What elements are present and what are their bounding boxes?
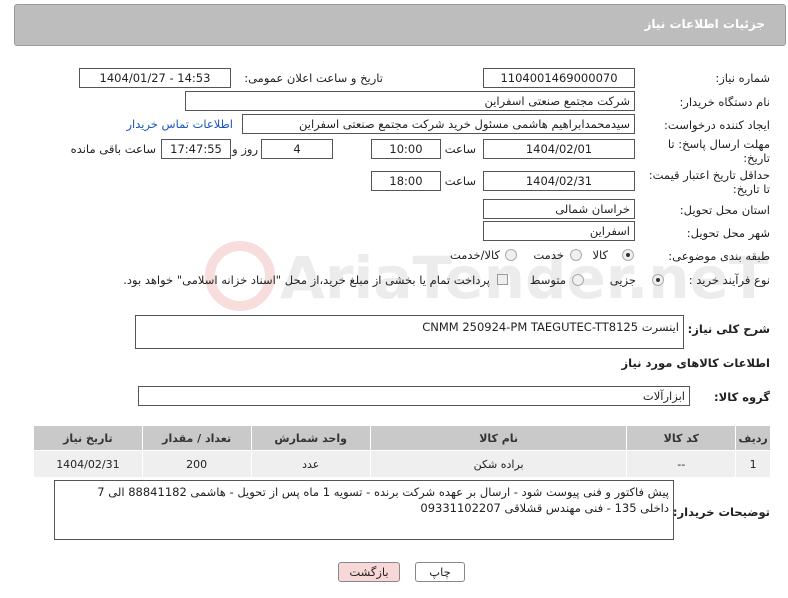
category-option-goods-service: کالا/خدمت <box>449 248 500 262</box>
table-header-row: ردیف کد کالا نام کالا واحد شمارش تعداد /… <box>33 425 771 451</box>
col-header-unit: واحد شمارش <box>250 425 371 451</box>
print-button[interactable]: چاپ <box>415 562 465 582</box>
validity-time-label: ساعت <box>444 174 476 188</box>
city-field: اسفراین <box>483 221 635 241</box>
cell-item-code: -- <box>626 450 737 478</box>
cell-row-number: 1 <box>735 450 771 478</box>
back-button[interactable]: بازگشت <box>338 562 400 582</box>
category-radio-goods-service[interactable] <box>505 249 517 261</box>
province-label: استان محل تحویل: <box>679 203 770 217</box>
cell-item-name: براده شکن <box>369 450 628 478</box>
buyer-contact-link[interactable]: اطلاعات تماس خریدار <box>126 117 233 131</box>
cell-unit: عدد <box>250 450 371 478</box>
page-title: جزئیات اطلاعات نیاز <box>644 17 765 31</box>
category-radio-service[interactable] <box>570 249 582 261</box>
announce-label: تاریخ و ساعت اعلان عمومی: <box>244 71 383 85</box>
need-number-label: شماره نیاز: <box>715 71 770 85</box>
process-option-medium: متوسط <box>529 273 566 287</box>
goods-table: ردیف کد کالا نام کالا واحد شمارش تعداد /… <box>33 425 771 478</box>
header-panel: جزئیات اطلاعات نیاز <box>14 4 786 46</box>
category-radio-goods[interactable] <box>622 249 634 261</box>
creator-field: سیدمحمدابراهیم هاشمی مسئول خرید شرکت مجت… <box>242 114 635 134</box>
province-field: خراسان شمالی <box>483 199 635 219</box>
treasury-payment-note: پرداخت تمام یا بخشی از مبلغ خرید،از محل … <box>123 273 490 287</box>
deadline-time-label: ساعت <box>444 142 476 156</box>
validity-date-field: 1404/02/31 <box>483 171 635 191</box>
goods-group-field: ابزارآلات <box>138 386 690 406</box>
need-number-field: 1104001469000070 <box>483 68 635 88</box>
process-option-minor: جزیی <box>609 273 636 287</box>
remaining-time-field: 17:47:55 <box>161 139 231 159</box>
goods-section-title: اطلاعات کالاهای مورد نیاز <box>621 356 770 370</box>
description-textarea[interactable]: اینسرت CNMM 250924-PM TAEGUTEC-TT8125 <box>135 315 684 349</box>
days-remaining-field: 4 <box>261 139 333 159</box>
buyer-label: نام دستگاه خریدار: <box>679 95 770 109</box>
buyer-notes-line-1: پیش فاکتور و فنی پیوست شود - ارسال بر عه… <box>97 485 669 499</box>
city-label: شهر محل تحویل: <box>686 226 770 240</box>
buyer-notes-textarea[interactable]: پیش فاکتور و فنی پیوست شود - ارسال بر عه… <box>54 480 674 540</box>
goods-group-label: گروه کالا: <box>714 390 770 404</box>
deadline-time-field: 10:00 <box>371 139 441 159</box>
buyer-notes-line-2: داخلی 135 - فنی مهندس قشلاقی 09331102207 <box>420 501 669 515</box>
category-option-goods: کالا <box>592 248 608 262</box>
creator-label: ایجاد کننده درخواست: <box>664 118 770 132</box>
description-label: شرح کلی نیاز: <box>687 322 770 336</box>
col-header-row-number: ردیف <box>735 425 771 451</box>
min-validity-label-line2: تا تاریخ: <box>732 182 770 196</box>
days-label: روز و <box>232 142 258 156</box>
process-radio-medium[interactable] <box>572 274 584 286</box>
buyer-notes-label: توضیحات خریدار: <box>672 505 770 519</box>
deadline-label-line1: مهلت ارسال پاسخ: تا <box>667 137 770 151</box>
treasury-payment-checkbox[interactable] <box>497 274 508 285</box>
col-header-quantity: تعداد / مقدار <box>141 425 252 451</box>
remaining-time-label: ساعت باقی مانده <box>70 142 156 156</box>
min-validity-label-line1: حداقل تاریخ اعتبار قیمت: <box>648 168 770 182</box>
cell-need-date: 1404/02/31 <box>33 450 143 478</box>
process-type-label: نوع فرآیند خرید : <box>688 273 770 287</box>
process-radio-minor[interactable] <box>652 274 664 286</box>
col-header-item-name: نام کالا <box>369 425 628 451</box>
col-header-item-code: کد کالا <box>626 425 737 451</box>
cell-quantity: 200 <box>141 450 252 478</box>
col-header-need-date: تاریخ نیاز <box>33 425 143 451</box>
table-row: 1 -- براده شکن عدد 200 1404/02/31 <box>33 450 771 478</box>
validity-time-field: 18:00 <box>371 171 441 191</box>
deadline-date-field: 1404/02/01 <box>483 139 635 159</box>
category-label: طبقه بندی موضوعی: <box>668 249 770 263</box>
deadline-label-line2: تاریخ: <box>743 151 770 165</box>
announce-datetime-field: 1404/01/27 - 14:53 <box>79 68 231 88</box>
buyer-field: شرکت مجتمع صنعتی اسفراین <box>185 91 635 111</box>
category-option-service: خدمت <box>533 248 564 262</box>
